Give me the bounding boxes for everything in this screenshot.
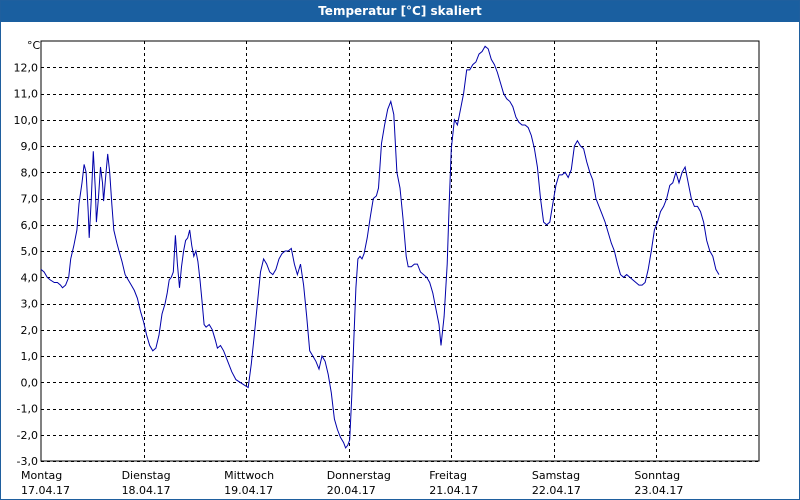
temperature-chart: 12,0 11,0 10,0 9,0 8,0 7,0 6,0 5,0 4,0 3,0 2,0 1,0 0… bbox=[14, 39, 760, 497]
x-date-label: 21.04.17 bbox=[429, 484, 478, 497]
window-title: Temperatur [°C] skaliert bbox=[1, 1, 799, 22]
y-tick-label: 6,0 bbox=[21, 219, 39, 232]
y-axis-ticks: 12,0 11,0 10,0 9,0 8,0 7,0 6,0 5,0 4,0 3,0 2,0 1,0 0… bbox=[14, 61, 39, 468]
x-day-label: Mittwoch bbox=[224, 469, 274, 482]
y-tick-label: 3,0 bbox=[21, 298, 39, 311]
chart-window: Temperatur [°C] skaliert 12,0 11,0 10,0 9,0… bbox=[0, 0, 800, 500]
x-day-label: Samstag bbox=[532, 469, 580, 482]
y-tick-label: -1,0 bbox=[17, 403, 38, 416]
series-group bbox=[40, 45, 720, 449]
y-tick-label: 9,0 bbox=[21, 140, 39, 153]
x-date-label: 22.04.17 bbox=[532, 484, 581, 497]
x-date-label: 18.04.17 bbox=[122, 484, 171, 497]
x-date-label: 20.04.17 bbox=[327, 484, 376, 497]
x-axis-labels: Montag 17.04.17 Dienstag 18.04.17 Mittwoch 19… bbox=[21, 469, 683, 497]
y-tick-label: 8,0 bbox=[21, 166, 39, 179]
y-tick-label: 2,0 bbox=[21, 324, 39, 337]
x-date-label: 17.04.17 bbox=[21, 484, 70, 497]
y-tick-label: 4,0 bbox=[21, 271, 39, 284]
x-date-label: 23.04.17 bbox=[634, 484, 683, 497]
y-tick-label: 0,0 bbox=[21, 376, 39, 389]
y-tick-label: -2,0 bbox=[17, 429, 38, 442]
y-tick-label: 11,0 bbox=[14, 88, 39, 101]
y-axis-unit: °C bbox=[27, 39, 41, 52]
x-day-label: Dienstag bbox=[122, 469, 171, 482]
temperature-series-line bbox=[40, 45, 720, 449]
y-tick-label: 1,0 bbox=[21, 350, 39, 363]
y-tick-label: 12,0 bbox=[14, 61, 39, 74]
x-day-label: Montag bbox=[21, 469, 62, 482]
y-tick-label: 10,0 bbox=[14, 114, 39, 127]
x-day-label: Freitag bbox=[429, 469, 467, 482]
y-tick-label: -3,0 bbox=[17, 455, 38, 468]
x-day-label: Donnerstag bbox=[327, 469, 391, 482]
y-tick-label: 5,0 bbox=[21, 245, 39, 258]
x-date-label: 19.04.17 bbox=[224, 484, 273, 497]
y-tick-label: 7,0 bbox=[21, 193, 39, 206]
x-day-label: Sonntag bbox=[634, 469, 680, 482]
